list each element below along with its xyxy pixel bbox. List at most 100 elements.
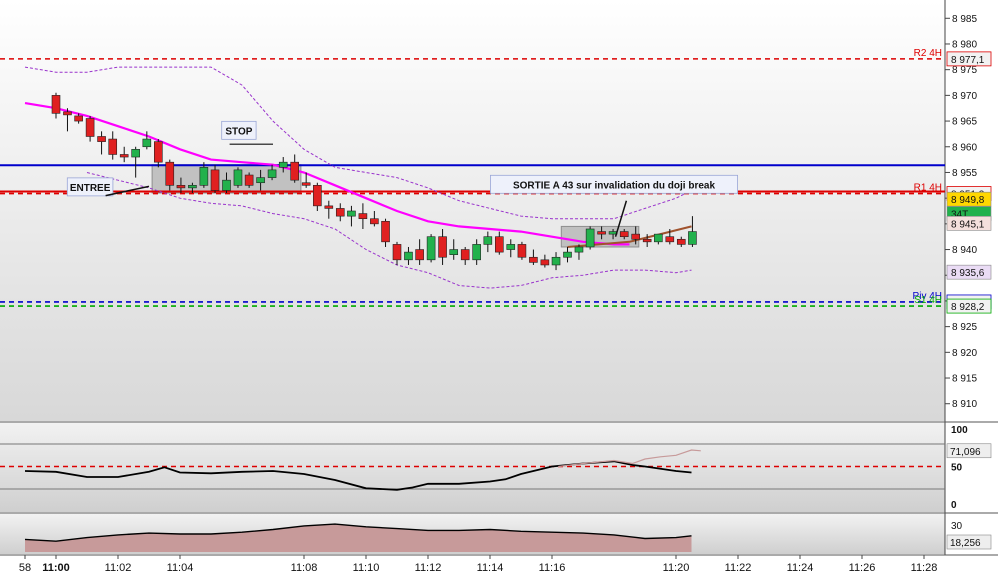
candle-body bbox=[585, 228, 595, 248]
candle-body bbox=[210, 169, 220, 191]
price-label-text: 8 935,6 bbox=[951, 268, 985, 279]
candle-body bbox=[642, 238, 652, 243]
candle-body bbox=[370, 218, 379, 225]
candle-body bbox=[97, 136, 106, 142]
candle-body bbox=[392, 244, 402, 261]
candle-body bbox=[324, 205, 334, 209]
candle-body bbox=[233, 169, 243, 186]
candle-body bbox=[176, 185, 186, 189]
candle-body bbox=[131, 149, 140, 158]
annotation-text: SORTIE A 43 sur invalidation du doji bre… bbox=[513, 180, 716, 191]
candle-body bbox=[654, 233, 663, 243]
time-tick-label: 11:02 bbox=[105, 562, 132, 574]
annotation-text: STOP bbox=[225, 126, 252, 137]
candle-body bbox=[404, 251, 413, 261]
osc-axis-label: 0 bbox=[951, 500, 957, 511]
osc-value-text: 71,096 bbox=[950, 447, 981, 458]
candle-body bbox=[688, 231, 697, 245]
volume-value-text: 18,256 bbox=[950, 538, 981, 549]
time-tick-label: 11:22 bbox=[725, 562, 752, 574]
time-tick-label: 11:00 bbox=[42, 562, 70, 574]
candle-body bbox=[188, 185, 197, 189]
price-tick-label: 8 970 bbox=[952, 91, 977, 102]
price-panel-bg bbox=[0, 0, 945, 421]
candle-body bbox=[267, 169, 277, 178]
time-tick-label: 11:14 bbox=[477, 562, 504, 574]
level-value: 8 977,1 bbox=[951, 55, 985, 66]
candle-body bbox=[665, 236, 675, 243]
price-tick-label: 8 925 bbox=[952, 322, 977, 333]
price-label-text: 8 945,1 bbox=[951, 219, 985, 230]
candle-body bbox=[165, 161, 175, 186]
time-tick-label: 11:24 bbox=[787, 562, 814, 574]
candle-body bbox=[119, 154, 129, 158]
candle-body bbox=[551, 256, 561, 266]
candle-body bbox=[278, 161, 288, 168]
level-name: R2 4H bbox=[914, 48, 942, 59]
candle-body bbox=[574, 246, 584, 253]
time-tick-label: 11:20 bbox=[663, 562, 690, 574]
price-tick-label: 8 980 bbox=[952, 39, 977, 50]
price-tick-label: 8 975 bbox=[952, 65, 977, 76]
candle-body bbox=[347, 210, 356, 217]
time-tick-label: 11:26 bbox=[849, 562, 876, 574]
candle-body bbox=[472, 244, 481, 261]
time-tick-label: 11:12 bbox=[415, 562, 442, 574]
candle-body bbox=[529, 256, 538, 263]
candle-body bbox=[335, 208, 345, 217]
price-tick-label: 8 955 bbox=[952, 168, 977, 179]
time-tick-label: 11:10 bbox=[353, 562, 380, 574]
candle-body bbox=[74, 115, 83, 122]
time-tick-label: 11:08 bbox=[291, 562, 318, 574]
candle-body bbox=[301, 182, 311, 186]
candle-body bbox=[142, 138, 152, 148]
candle-body bbox=[415, 249, 424, 261]
candle-body bbox=[154, 141, 163, 163]
candle-body bbox=[199, 167, 209, 186]
time-tick-label: 11:28 bbox=[911, 562, 938, 574]
candle-body bbox=[483, 236, 493, 245]
price-label-text: 8 949,8 bbox=[951, 195, 985, 206]
candle-body bbox=[256, 177, 265, 184]
candle-body bbox=[619, 231, 629, 237]
candle-body bbox=[381, 220, 390, 243]
annotation-text: ENTREE bbox=[70, 183, 111, 194]
price-tick-label: 8 940 bbox=[952, 245, 977, 256]
oscillator-panel-bg bbox=[0, 423, 945, 512]
osc-axis-label: 100 bbox=[951, 425, 968, 436]
candle-body bbox=[438, 236, 447, 258]
candle-body bbox=[494, 236, 504, 253]
price-tick-label: 8 915 bbox=[952, 374, 977, 385]
level-value: 8 928,2 bbox=[951, 302, 985, 313]
candle-body bbox=[358, 213, 368, 220]
price-tick-label: 8 985 bbox=[952, 14, 977, 25]
candle-body bbox=[597, 231, 606, 235]
candle-body bbox=[676, 238, 686, 245]
candle-body bbox=[222, 179, 231, 191]
candle-body bbox=[51, 95, 61, 114]
price-tick-label: 8 965 bbox=[952, 117, 977, 128]
candle-body bbox=[244, 174, 254, 186]
chart-root: 8 9108 9158 9208 9258 9308 9358 9408 945… bbox=[0, 0, 998, 574]
candle-body bbox=[563, 251, 572, 258]
time-tick-label: 11:16 bbox=[539, 562, 566, 574]
candle-body bbox=[631, 233, 641, 240]
time-tick-label: 11:04 bbox=[167, 562, 194, 574]
candle-body bbox=[426, 236, 436, 261]
candle-body bbox=[506, 244, 516, 250]
time-tick-label: 58 bbox=[19, 562, 31, 574]
price-tick-label: 8 910 bbox=[952, 399, 977, 410]
price-tick-label: 8 960 bbox=[952, 142, 977, 153]
candle-body bbox=[290, 161, 300, 181]
candle-body bbox=[313, 185, 322, 207]
candle-body bbox=[108, 138, 118, 155]
candle-body bbox=[460, 249, 470, 261]
price-tick-label: 8 920 bbox=[952, 348, 977, 359]
osc-axis-label: 50 bbox=[951, 463, 963, 474]
candle-body bbox=[63, 111, 72, 116]
candle-body bbox=[517, 244, 527, 258]
volume-axis-label: 30 bbox=[951, 521, 963, 532]
candle-body bbox=[540, 259, 550, 266]
candle-body bbox=[85, 118, 95, 137]
level-name: S1 4H bbox=[914, 295, 942, 306]
